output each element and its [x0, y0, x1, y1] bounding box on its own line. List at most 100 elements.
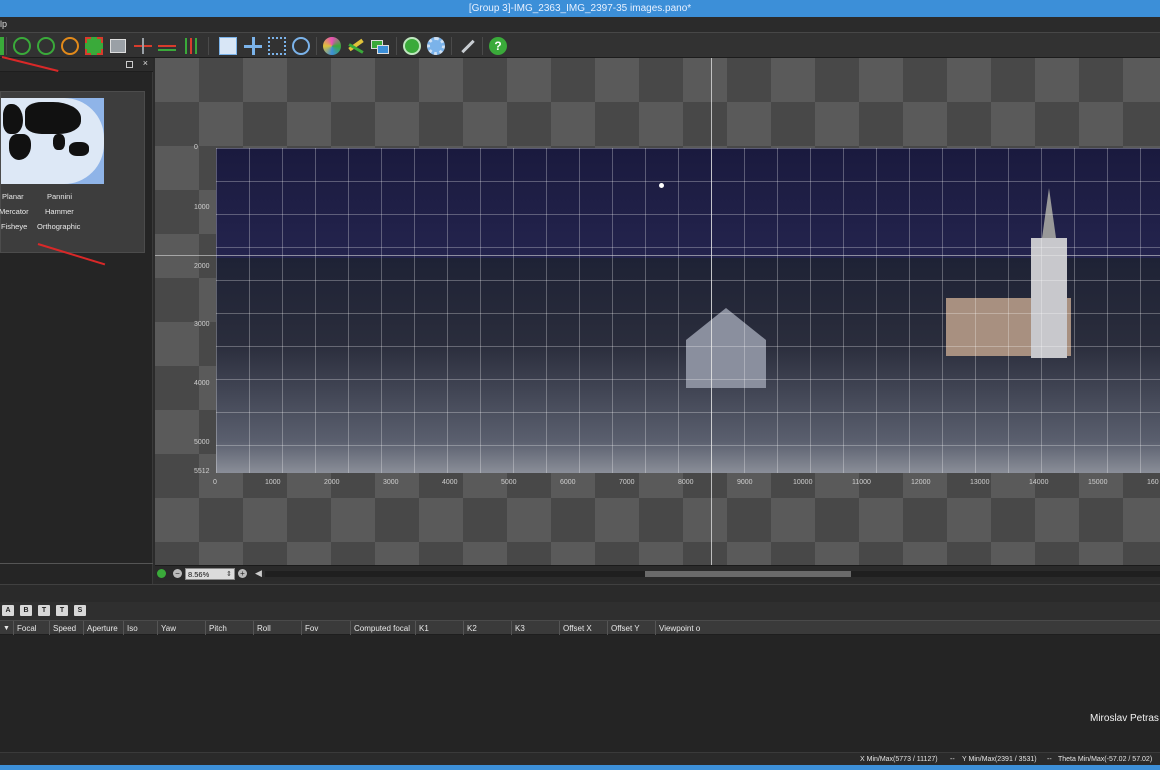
zoom-input[interactable]: 8.56% ⇕	[185, 568, 235, 580]
window-bottom-border	[0, 765, 1160, 770]
watermark-text: Miroslav Petras	[1090, 713, 1159, 724]
toolbar-button-s[interactable]: S	[74, 605, 86, 616]
col-focal[interactable]: Focal	[14, 621, 50, 636]
col-speed[interactable]: Speed	[50, 621, 84, 636]
col-pitch[interactable]: Pitch	[206, 621, 254, 636]
panorama-preview[interactable]	[216, 148, 1160, 473]
projection-selector: Planar Pannini Mercator Hammer Fisheye O…	[0, 91, 145, 253]
y-tick: 2000	[194, 263, 210, 270]
x-tick: 3000	[383, 479, 399, 486]
x-tick: 8000	[678, 479, 694, 486]
projection-hammer[interactable]: Hammer	[45, 207, 74, 216]
toolbar-button-a[interactable]: A	[2, 605, 14, 616]
x-tick: 15000	[1088, 479, 1108, 486]
alignment-grid	[216, 148, 1160, 473]
target-icon[interactable]	[292, 37, 310, 55]
auto-color-icon[interactable]	[323, 37, 341, 55]
col-roll[interactable]: Roll	[254, 621, 302, 636]
preview-canvas[interactable]: 0 1000 2000 3000 4000 5000 5512 0 1000 2…	[155, 58, 1160, 565]
rotate-roll-icon[interactable]	[61, 37, 79, 55]
sort-arrow-icon[interactable]: ▼	[0, 621, 14, 636]
col-aperture[interactable]: Aperture	[84, 621, 124, 636]
toolbar-separator	[396, 37, 397, 55]
bottom-panel-header	[0, 584, 1160, 602]
col-iso[interactable]: Iso	[124, 621, 158, 636]
col-k3[interactable]: K3	[512, 621, 560, 636]
projection-mercator[interactable]: Mercator	[0, 207, 29, 216]
y-tick: 0	[194, 144, 198, 151]
col-viewpoint[interactable]: Viewpoint o	[656, 621, 1160, 636]
layers-icon[interactable]	[371, 37, 389, 55]
col-fov[interactable]: Fov	[302, 621, 351, 636]
toolbar-button-t1[interactable]: T	[38, 605, 50, 616]
col-k2[interactable]: K2	[464, 621, 512, 636]
y-tick: 3000	[194, 321, 210, 328]
col-offset-x[interactable]: Offset X	[560, 621, 608, 636]
x-tick: 14000	[1029, 479, 1049, 486]
settings-icon[interactable]	[427, 37, 445, 55]
zoom-in-icon[interactable]: +	[238, 569, 247, 578]
rotate-yaw-icon[interactable]	[13, 37, 31, 55]
scrollbar-thumb[interactable]	[645, 571, 851, 577]
horizontal-scrollbar[interactable]	[265, 571, 1160, 577]
zoom-out-icon[interactable]: −	[173, 569, 182, 578]
tools-icon[interactable]	[458, 37, 476, 55]
projection-orthographic[interactable]: Orthographic	[37, 222, 80, 231]
image-table-header: ▼ Focal Speed Aperture Iso Yaw Pitch Rol…	[0, 620, 1160, 636]
x-tick: 12000	[911, 479, 931, 486]
horizon-level-icon[interactable]	[158, 37, 176, 55]
toolbar-separator	[316, 37, 317, 55]
zoom-fit-icon[interactable]	[157, 569, 166, 578]
crop-icon[interactable]	[85, 37, 103, 55]
rotate-pitch-icon[interactable]	[37, 37, 55, 55]
col-yaw[interactable]: Yaw	[158, 621, 206, 636]
image-table-body[interactable]: Miroslav Petras	[0, 635, 1160, 752]
help-icon[interactable]: ?	[489, 37, 507, 55]
projection-fisheye[interactable]: Fisheye	[1, 222, 27, 231]
y-tick: 1000	[194, 204, 210, 211]
x-tick: 0	[213, 479, 217, 486]
scroll-left-icon[interactable]: ◀	[255, 568, 262, 579]
toolbar-edge-icon[interactable]	[0, 37, 4, 55]
menu-item-help[interactable]: lp	[0, 19, 7, 29]
horizon-icon[interactable]	[134, 37, 152, 55]
menu-bar: lp	[0, 17, 1160, 32]
toolbar-separator	[451, 37, 452, 55]
move-icon[interactable]	[244, 37, 262, 55]
world-map-thumbnail[interactable]	[1, 98, 104, 184]
col-offset-y[interactable]: Offset Y	[608, 621, 656, 636]
col-k1[interactable]: K1	[416, 621, 464, 636]
vertical-guide-line[interactable]	[711, 58, 712, 565]
close-icon[interactable]: ×	[143, 58, 148, 68]
zoom-bar: − 8.56% ⇕ + ◀	[155, 565, 1160, 581]
x-tick: 1000	[265, 479, 281, 486]
anchor-points-icon[interactable]	[268, 37, 286, 55]
window-title: [Group 3]-IMG_2363_IMG_2397-35 images.pa…	[468, 3, 692, 14]
projection-pannini[interactable]: Pannini	[47, 192, 72, 201]
status-bar: X Min/Max(5773 / 11127) -- Y Min/Max(239…	[0, 752, 1160, 765]
window-title-bar: [Group 3]-IMG_2363_IMG_2397-35 images.pa…	[0, 0, 1160, 17]
undock-icon[interactable]	[126, 61, 133, 68]
x-tick: 4000	[442, 479, 458, 486]
select-icon[interactable]	[219, 37, 237, 55]
toolbar-button-b[interactable]: B	[20, 605, 32, 616]
x-tick: 160	[1147, 479, 1159, 486]
panel-divider	[0, 563, 153, 564]
toolbar-button-t2[interactable]: T	[56, 605, 68, 616]
projection-planar[interactable]: Planar	[2, 192, 24, 201]
vertical-lines-icon[interactable]	[182, 37, 200, 55]
fit-icon[interactable]	[110, 39, 126, 53]
preview-icon[interactable]	[403, 37, 421, 55]
x-tick: 6000	[560, 479, 576, 486]
toolbar: ?	[0, 32, 1160, 58]
projection-panel: × Planar Pannini Mercator Hammer Fisheye…	[0, 58, 153, 584]
x-tick: 13000	[970, 479, 990, 486]
spinner-icon[interactable]: ⇕	[226, 569, 232, 580]
y-tick: 5512	[194, 468, 210, 475]
color-balance-icon[interactable]	[347, 37, 365, 55]
x-tick: 10000	[793, 479, 813, 486]
horizontal-guide-line[interactable]	[155, 255, 1160, 256]
x-tick: 7000	[619, 479, 635, 486]
y-tick: 5000	[194, 439, 210, 446]
col-computed-focal[interactable]: Computed focal	[351, 621, 416, 636]
